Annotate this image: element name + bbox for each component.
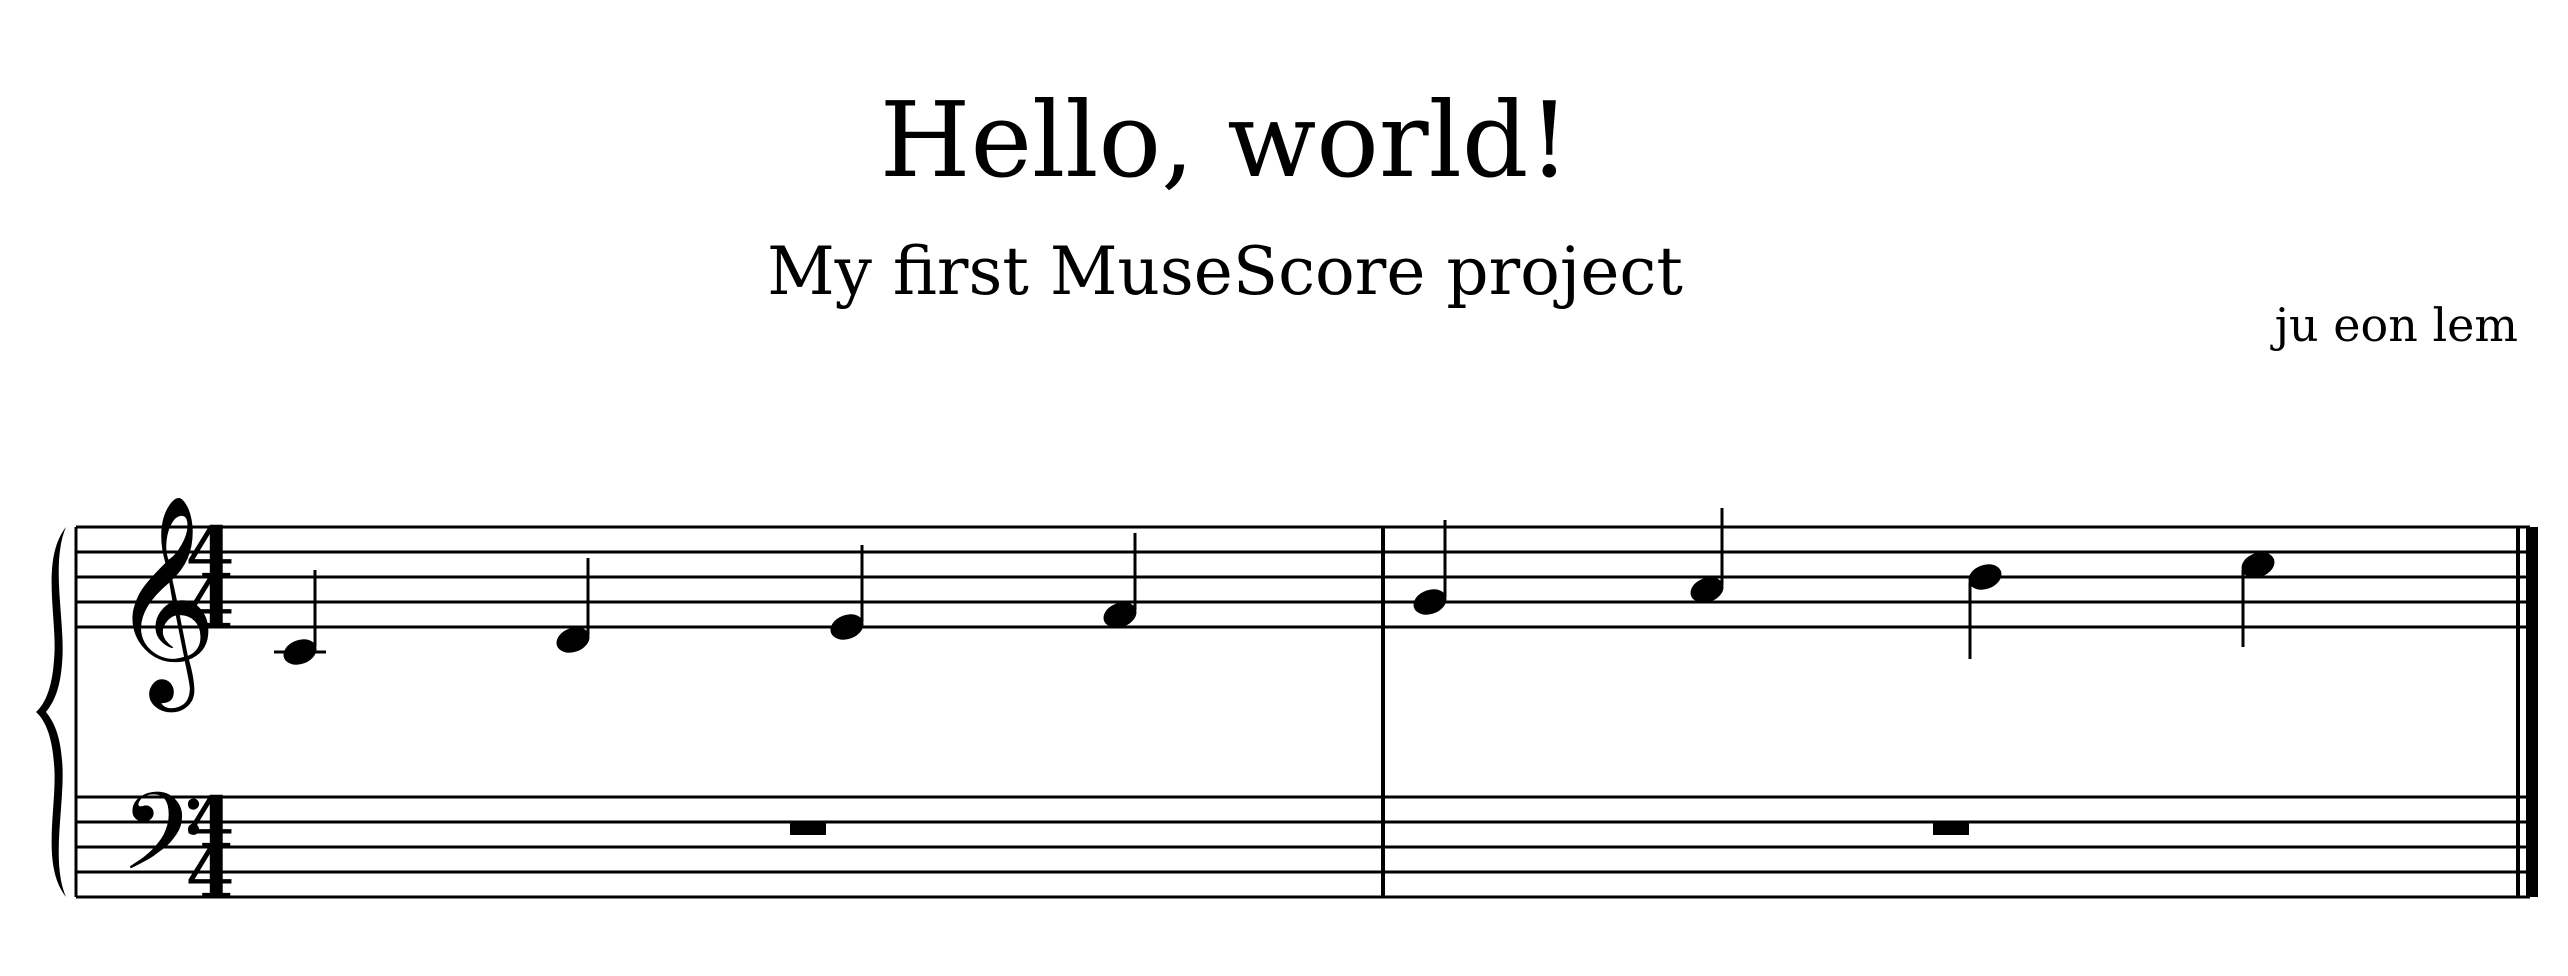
note xyxy=(1103,533,1137,628)
final-barline-thick xyxy=(2526,527,2538,897)
whole-rest xyxy=(1933,822,1969,835)
bass-staff xyxy=(76,795,2530,899)
note xyxy=(830,545,864,640)
note xyxy=(556,558,590,653)
note xyxy=(2241,552,2275,647)
treble-notes xyxy=(274,508,2275,665)
treble-staff xyxy=(76,525,2530,629)
note xyxy=(1968,564,2002,659)
treble-time-sig-bottom: 4 xyxy=(186,561,235,644)
bass-time-sig-bottom: 4 xyxy=(186,831,235,914)
grand-staff-brace xyxy=(36,527,66,897)
note xyxy=(274,570,326,665)
whole-rest xyxy=(790,822,826,835)
note xyxy=(1690,508,1724,603)
score-system: 𝄞 𝄢 4 4 4 4 xyxy=(36,494,2538,921)
note xyxy=(1413,520,1447,615)
